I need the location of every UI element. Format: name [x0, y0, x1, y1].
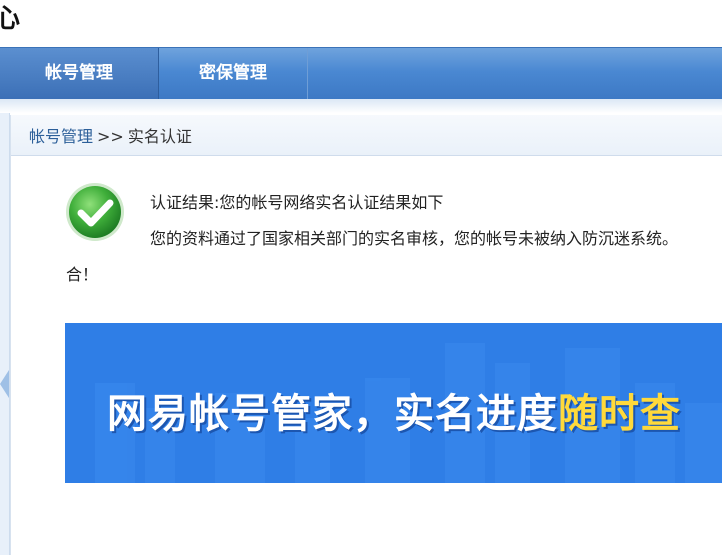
nav-shadow	[0, 99, 722, 113]
result-description: 您的资料通过了国家相关部门的实名审核，您的帐号未被纳入防沉迷系统。	[150, 229, 679, 248]
promo-banner[interactable]: 网易帐号管家，实名进度随时查	[65, 323, 722, 483]
breadcrumb-current: 实名认证	[127, 127, 192, 146]
chevron-left-icon[interactable]	[0, 370, 9, 398]
left-rail	[0, 113, 10, 555]
banner-text-main: 网易帐号管家，实名进度	[107, 391, 558, 437]
banner-text-highlight: 随时查	[558, 391, 681, 437]
main-nav: 帐号管理 密保管理	[0, 47, 722, 100]
breadcrumb: 帐号管理 >> 实名认证	[11, 115, 722, 156]
breadcrumb-separator: >>	[97, 127, 124, 146]
breadcrumb-link-account[interactable]: 帐号管理	[29, 127, 93, 146]
page-header: 心	[0, 0, 722, 47]
result-description-end: 合！	[66, 265, 99, 284]
tab-security-management[interactable]: 密保管理	[159, 48, 308, 100]
check-circle-icon	[65, 182, 125, 242]
tab-account-management[interactable]: 帐号管理	[0, 48, 159, 100]
page-title: 心	[0, 4, 21, 34]
result-title: 认证结果:您的帐号网络实名认证结果如下	[150, 193, 444, 212]
banner-text: 网易帐号管家，实名进度随时查	[107, 381, 681, 439]
